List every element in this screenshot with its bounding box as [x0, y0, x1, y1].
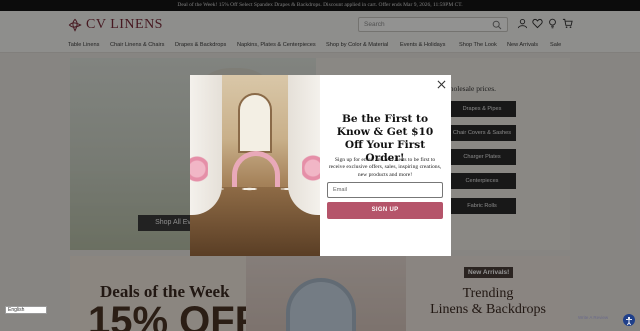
window-shape [238, 93, 272, 153]
modal-body: Sign up for email and text alerts to be … [328, 157, 442, 178]
flower-right [302, 135, 320, 201]
close-icon[interactable] [437, 80, 446, 89]
email-field[interactable]: Email [327, 182, 443, 198]
accessibility-icon[interactable] [623, 314, 635, 326]
language-select[interactable]: English [5, 306, 47, 314]
review-badge-text: Write A Review [578, 315, 609, 320]
signup-modal: Be the First to Know & Get $10 Off Your … [190, 75, 451, 256]
flower-arch-shape [232, 151, 280, 187]
venue-image [190, 75, 320, 256]
signup-button[interactable]: SIGN UP [327, 202, 443, 219]
